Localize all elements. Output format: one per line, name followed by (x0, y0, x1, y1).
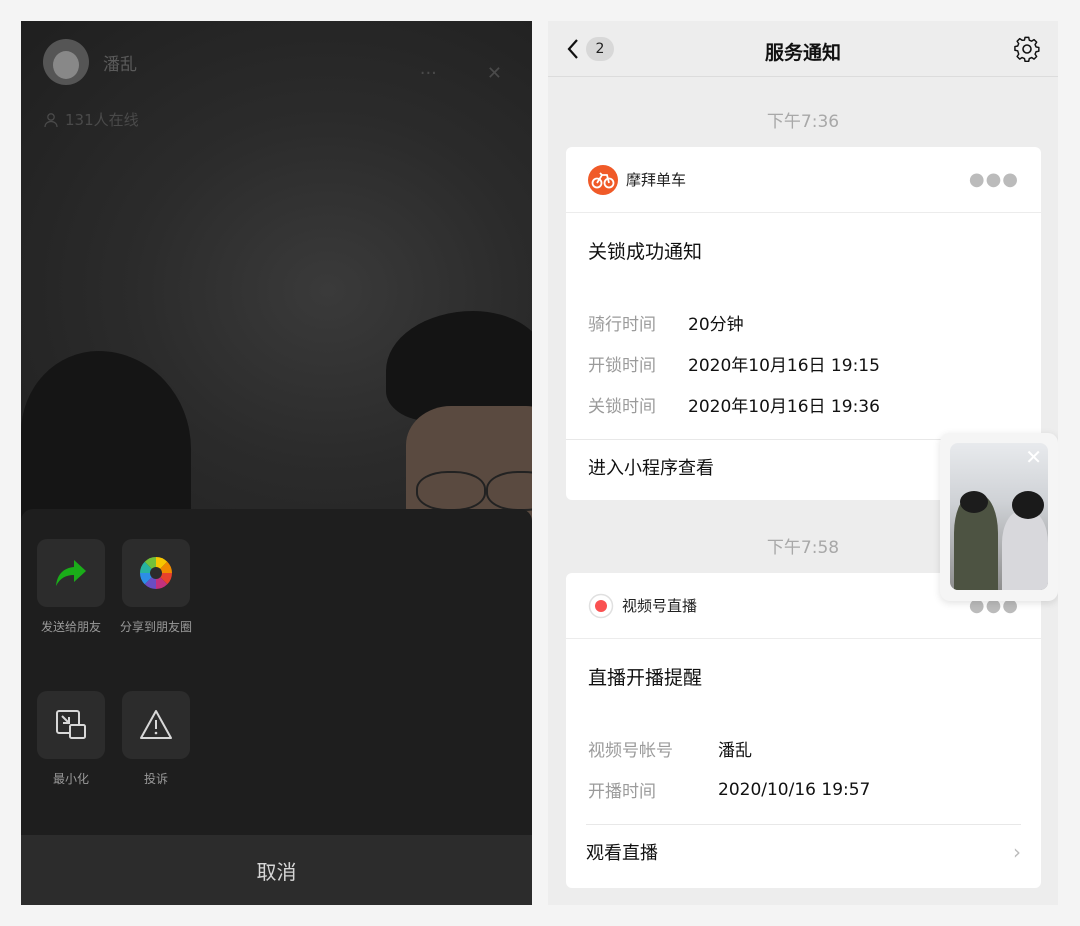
warning-icon (140, 710, 172, 739)
field-row: 骑行时间 20分钟 (588, 315, 744, 335)
video-person-right (386, 311, 532, 536)
person-icon (44, 112, 58, 127)
live-video (21, 21, 532, 536)
online-count: 131人在线 (43, 109, 139, 130)
report-button[interactable]: 投诉 (121, 691, 191, 787)
share-to-moments-button[interactable]: 分享到朋友圈 (120, 539, 192, 635)
more-icon[interactable]: ●●● (969, 169, 1019, 190)
moments-icon (140, 557, 172, 589)
app-name: 视频号直播 (622, 597, 698, 615)
card-title: 直播开播提醒 (588, 667, 703, 689)
minimize-button[interactable]: 最小化 (36, 691, 106, 787)
share-action-sheet: 发送给朋友 分享到朋友圈 最小化 投诉 取消 (21, 509, 532, 905)
card-title: 关锁成功通知 (588, 241, 703, 263)
more-icon[interactable]: ··· (420, 63, 437, 84)
service-notification-screen: 2 服务通知 下午7:36 摩拜单车 ●●● 关锁成功通知 骑行时间 20分钟 开… (548, 21, 1058, 905)
live-record-icon (588, 593, 614, 618)
app-name: 摩拜单车 (626, 171, 687, 189)
host-name: 潘乱 (103, 54, 137, 75)
mobike-icon (588, 164, 618, 195)
message-time: 下午7:36 (766, 112, 840, 132)
gear-icon (1014, 36, 1040, 63)
send-to-friend-button[interactable]: 发送给朋友 (36, 539, 106, 635)
minimize-icon (56, 710, 86, 739)
close-icon[interactable]: ✕ (1025, 445, 1042, 469)
nav-bar: 2 服务通知 (548, 21, 1058, 77)
floating-video-window[interactable]: ✕ (940, 433, 1058, 601)
chevron-right-icon: › (1013, 839, 1021, 864)
settings-button[interactable] (1014, 36, 1040, 66)
field-row: 开锁时间 2020年10月16日 19:15 (588, 356, 880, 376)
field-row: 视频号帐号 潘乱 (588, 741, 752, 761)
notification-card-live[interactable]: 视频号直播 ●●● 直播开播提醒 视频号帐号 潘乱 开播时间 2020/10/16 … (566, 573, 1041, 888)
cancel-button[interactable]: 取消 (21, 835, 532, 905)
floating-video[interactable]: ✕ (950, 443, 1048, 590)
close-icon[interactable]: ✕ (487, 63, 502, 84)
watch-live-link[interactable]: 观看直播 › (586, 824, 1021, 878)
live-stream-screen: 潘乱 ··· ✕ 131人在线 发送给朋友 分享到朋友圈 最小化 投诉 取消 (21, 21, 532, 905)
field-row: 开播时间 2020/10/16 19:57 (588, 779, 871, 803)
field-row: 关锁时间 2020年10月16日 19:36 (588, 397, 880, 417)
video-person-left (21, 351, 191, 531)
host-avatar[interactable] (43, 39, 89, 85)
share-arrow-icon (56, 560, 86, 586)
page-title: 服务通知 (764, 42, 841, 64)
host-info[interactable]: 潘乱 (43, 39, 137, 85)
